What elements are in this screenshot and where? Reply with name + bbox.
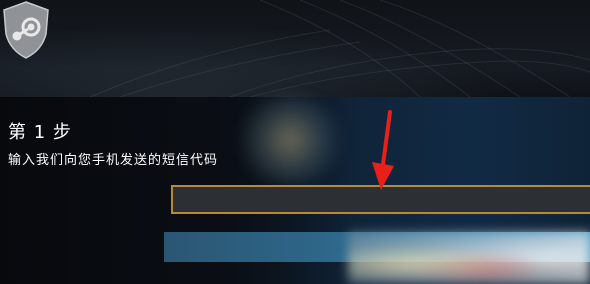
step-description: 输入我们向您手机发送的短信代码: [8, 153, 219, 168]
red-arrow-icon: [372, 110, 394, 190]
header-banner: [0, 0, 590, 97]
blurred-area: [235, 95, 345, 185]
steam-shield-icon: [3, 1, 49, 59]
blurred-area-bottom: [348, 232, 590, 284]
step-title: 第 1 步: [8, 122, 72, 143]
banner-pattern: [89, 0, 590, 97]
